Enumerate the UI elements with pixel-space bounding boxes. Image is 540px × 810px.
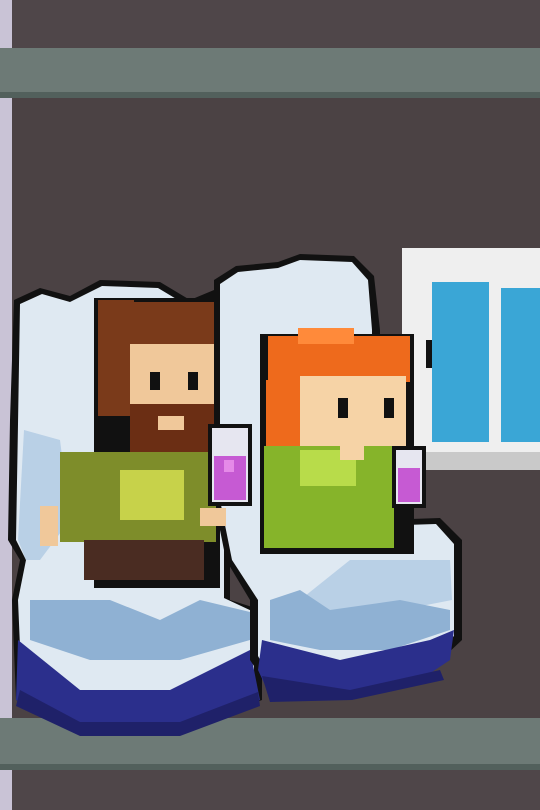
woman-character (260, 328, 414, 554)
game-scene (0, 0, 540, 810)
man-drink (208, 424, 252, 506)
woman-drink (392, 446, 426, 508)
top-rail (0, 48, 540, 98)
pixel-art-canvas (0, 0, 540, 810)
bottom-rail-shadow (0, 764, 540, 770)
left-edge-strip (0, 0, 12, 810)
train-window (402, 248, 540, 470)
top-rail-shadow (0, 92, 540, 98)
